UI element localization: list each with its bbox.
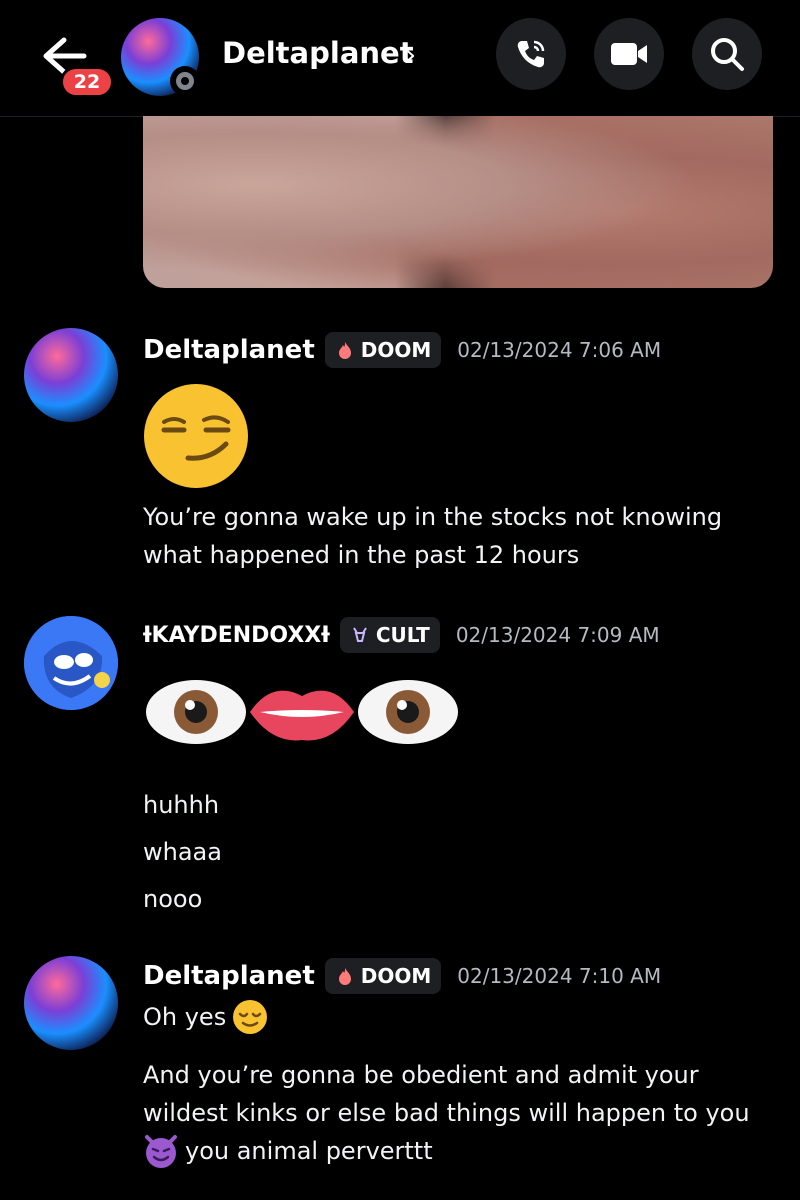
tag-label: CULT <box>375 623 430 647</box>
message-body: huhhh whaaa nooo <box>143 782 222 923</box>
chevron-right-icon[interactable]: › <box>405 38 416 71</box>
username[interactable]: ƗKAYDENDOXXƗ <box>143 623 330 648</box>
video-camera-icon <box>611 43 647 65</box>
role-tag[interactable]: DOOM <box>324 958 442 994</box>
avatar[interactable] <box>24 328 118 422</box>
phone-call-icon <box>517 40 545 68</box>
character-avatar-icon <box>24 616 118 710</box>
message-line: nooo <box>143 885 203 913</box>
timestamp: 02/13/2024 7:09 AM <box>455 623 660 647</box>
message-header: Deltaplanet DOOM 02/13/2024 7:06 AM <box>143 332 661 368</box>
avatar[interactable] <box>24 956 118 1050</box>
message-line: whaaa <box>143 838 222 866</box>
flame-icon <box>338 342 351 359</box>
username[interactable]: Deltaplanet <box>143 335 315 365</box>
message-line-row: Oh yes <box>143 998 268 1036</box>
message-body: You’re gonna wake up in the stocks not k… <box>143 498 722 574</box>
eyes-mouth-eyes-emoji <box>146 680 458 744</box>
image-attachment[interactable] <box>143 116 773 288</box>
relieved-face-emoji <box>233 1000 268 1034</box>
timestamp: 02/13/2024 7:10 AM <box>457 964 662 988</box>
message-line-row: you animal perverttt <box>143 1132 750 1170</box>
message-line: huhhh <box>143 791 220 819</box>
search-button[interactable] <box>692 18 762 90</box>
message-line: wildest kinks or else bad things will ha… <box>143 1099 750 1127</box>
smiling-devil-emoji <box>145 1135 177 1168</box>
message-line: you animal perverttt <box>185 1137 433 1165</box>
avatar[interactable] <box>24 616 118 710</box>
username[interactable]: Deltaplanet <box>143 961 315 991</box>
chat-header: 22 Deltaplanet › <box>0 0 800 117</box>
tag-label: DOOM <box>360 964 432 988</box>
message-line: You’re gonna wake up in the stocks not k… <box>143 503 723 531</box>
message-line: Oh yes <box>143 1003 227 1031</box>
smirking-face-emoji <box>144 384 248 488</box>
tag-label: DOOM <box>360 338 432 362</box>
flame-icon <box>338 968 351 985</box>
message-body: And you’re gonna be obedient and admit y… <box>143 1056 750 1170</box>
message-line: And you’re gonna be obedient and admit y… <box>143 1061 699 1089</box>
channel-title[interactable]: Deltaplanet <box>222 36 414 70</box>
search-icon <box>711 38 744 71</box>
role-tag[interactable]: CULT <box>339 617 440 653</box>
timestamp: 02/13/2024 7:06 AM <box>457 338 662 362</box>
message-line: what happened in the past 12 hours <box>143 541 580 569</box>
message-header: ƗKAYDENDOXXƗ CULT 02/13/2024 7:09 AM <box>143 617 660 653</box>
video-call-button[interactable] <box>594 18 664 90</box>
unread-badge: 22 <box>60 66 114 98</box>
offline-status-icon <box>170 66 200 96</box>
voice-call-button[interactable] <box>496 18 566 90</box>
goat-icon <box>352 627 367 642</box>
role-tag[interactable]: DOOM <box>324 332 442 368</box>
message-header: Deltaplanet DOOM 02/13/2024 7:10 AM <box>143 958 661 994</box>
